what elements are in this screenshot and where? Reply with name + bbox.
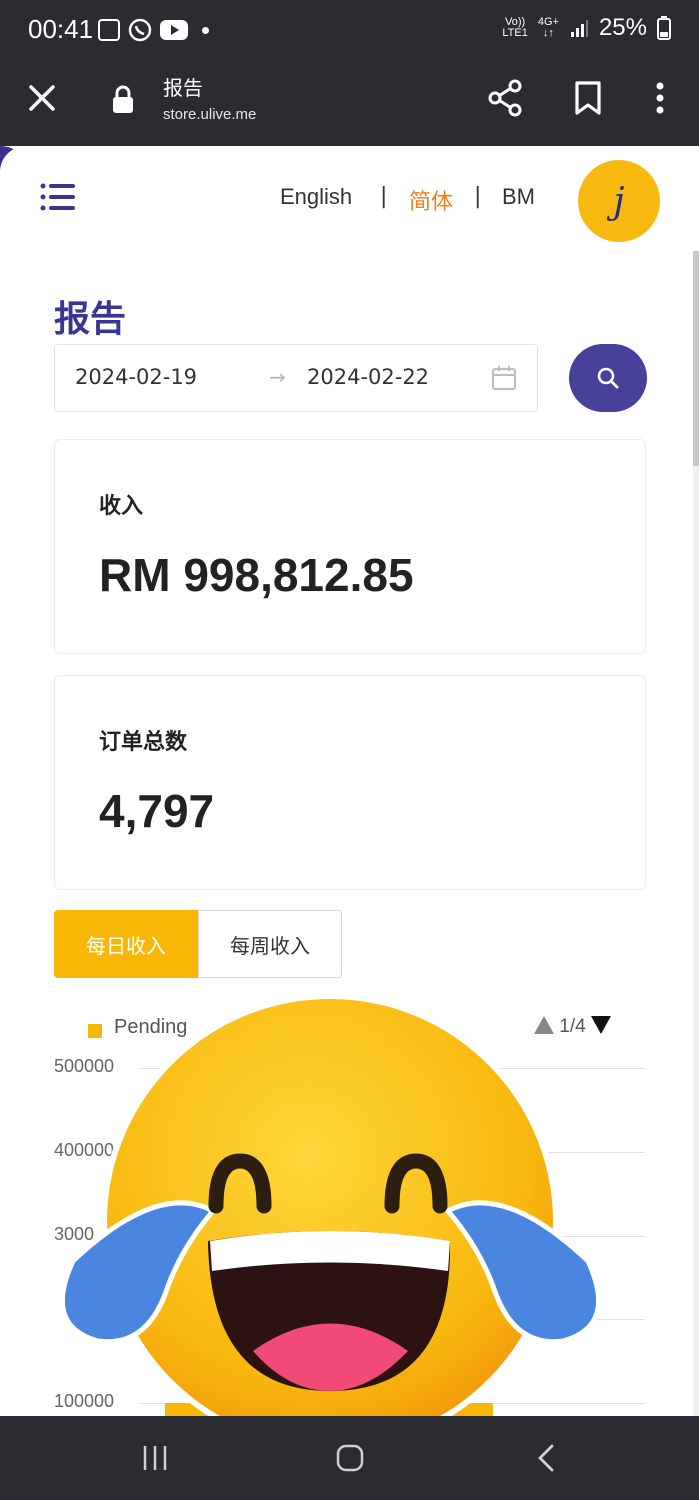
start-date-input[interactable]: 2024-02-19 <box>75 365 197 389</box>
calendar-icon[interactable] <box>491 365 517 391</box>
more-notifications-dot <box>202 26 209 34</box>
tab-title: 报告 <box>163 76 203 100</box>
end-date-input[interactable]: 2024-02-22 <box>307 365 429 389</box>
close-icon[interactable] <box>26 82 58 114</box>
hamburger-menu-icon[interactable] <box>40 182 76 212</box>
battery-charging-icon <box>657 16 671 40</box>
recent-apps-icon[interactable] <box>135 1438 175 1478</box>
revenue-label: 收入 <box>99 494 144 519</box>
back-icon[interactable] <box>527 1438 567 1478</box>
orders-label: 订单总数 <box>99 730 188 755</box>
volte-indicator: Vo)) LTE1 <box>502 16 528 39</box>
revenue-card: 收入 RM 998,812.85 <box>54 439 646 654</box>
date-range-picker[interactable]: 2024-02-19 → 2024-02-22 <box>54 344 538 412</box>
lang-simplified-chinese[interactable]: 简体 <box>409 184 453 216</box>
page-scrollbar-thumb[interactable] <box>693 251 699 466</box>
laughing-tears-emoji-sticker <box>59 996 602 1451</box>
tab-weekly-revenue[interactable]: 每周收入 <box>198 910 342 978</box>
system-indicators: Vo)) LTE1 4G+ ↓↑ 25% <box>502 14 671 42</box>
home-icon[interactable] <box>330 1438 370 1478</box>
user-avatar[interactable]: j <box>578 160 660 242</box>
lang-separator: | <box>380 184 388 209</box>
youtube-icon <box>160 20 188 40</box>
tab-daily-revenue[interactable]: 每日收入 <box>54 910 198 978</box>
lang-bm[interactable]: BM <box>502 184 535 210</box>
browser-toolbar: 报告 store.ulive.me <box>0 64 699 146</box>
date-range-arrow: → <box>269 365 286 389</box>
revenue-value: RM 998,812.85 <box>99 549 414 601</box>
search-button[interactable] <box>569 344 647 412</box>
battery-percent: 25% <box>598 14 647 41</box>
revenue-period-tabs: 每日收入 每周收入 <box>54 910 342 978</box>
page-title: 报告 <box>54 299 127 340</box>
lang-english[interactable]: English <box>280 184 352 210</box>
orders-card: 订单总数 4,797 <box>54 675 646 890</box>
bookmark-icon[interactable] <box>568 78 608 118</box>
status-time: 00:41 <box>28 14 94 44</box>
signal-icon <box>570 20 588 37</box>
data-indicator: 4G+ ↓↑ <box>537 16 559 39</box>
lang-separator: | <box>474 184 482 209</box>
whatsapp-icon <box>128 18 152 42</box>
search-icon <box>597 367 619 389</box>
orders-value: 4,797 <box>99 785 215 837</box>
url-text[interactable]: store.ulive.me <box>163 106 256 123</box>
gallery-icon <box>98 19 120 41</box>
notification-icons <box>98 18 209 42</box>
share-icon[interactable] <box>486 78 526 118</box>
status-bar: 00:41 Vo)) LTE1 4G+ ↓↑ 25% <box>0 0 699 64</box>
more-vert-icon[interactable] <box>640 78 680 118</box>
system-navigation-bar <box>0 1416 699 1500</box>
avatar-letter: j <box>613 180 625 222</box>
lock-icon[interactable] <box>110 84 136 114</box>
